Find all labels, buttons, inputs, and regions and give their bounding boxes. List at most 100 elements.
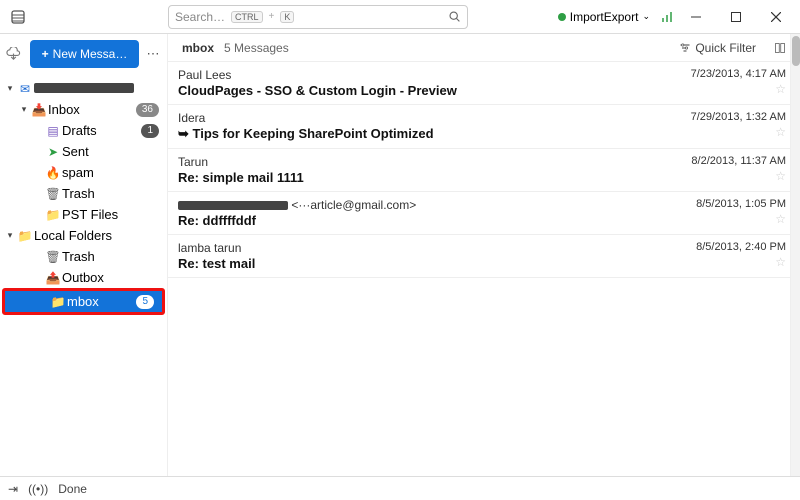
list-header: mbox 5 Messages Quick Filter [168, 34, 800, 62]
outbox-label: Outbox [62, 270, 159, 285]
star-icon[interactable]: ☆ [775, 125, 786, 139]
message-date: 8/5/2013, 1:05 PM [696, 198, 786, 210]
import-export-label: ImportExport [570, 10, 639, 24]
star-icon[interactable]: ☆ [775, 255, 786, 269]
inbox-icon: 📥 [30, 103, 48, 117]
statusbar: ⇥ ((•)) Done [0, 476, 800, 500]
app-menu-icon[interactable] [6, 9, 30, 25]
sidebar-item-trash[interactable]: 🗑 Trash [0, 183, 167, 204]
message-sender: Idera [178, 111, 656, 125]
message-date: 8/5/2013, 2:40 PM [696, 241, 786, 253]
local-folders-row[interactable]: ▾ 📁 Local Folders [0, 225, 167, 246]
new-message-label: New Messa… [53, 47, 128, 61]
outbox-icon: 📤 [44, 271, 62, 285]
star-icon[interactable]: ☆ [775, 169, 786, 183]
message-date: 7/29/2013, 1:32 AM [691, 111, 786, 123]
trash-label: Trash [62, 186, 159, 201]
filter-icon [679, 42, 691, 54]
sent-label: Sent [62, 144, 159, 159]
caret-down-icon: ▾ [18, 104, 30, 115]
message-row[interactable]: Idera➥ Tips for Keeping SharePoint Optim… [168, 105, 800, 149]
mail-account-icon: ✉ [16, 82, 34, 96]
signal-icon[interactable]: ((•)) [28, 482, 48, 496]
message-row[interactable]: <···article@gmail.com>Re: ddffffddf 8/5/2… [168, 192, 800, 235]
quick-filter-button[interactable]: Quick Filter [679, 41, 756, 55]
quick-filter-label: Quick Filter [695, 41, 756, 55]
message-subject: Re: test mail [178, 256, 656, 271]
ltrash-label: Trash [62, 249, 159, 264]
import-export-menu[interactable]: ImportExport ⌄ [552, 8, 656, 26]
titlebar: Search… CTRL + K ImportExport ⌄ [0, 0, 800, 34]
message-row[interactable]: Paul LeesCloudPages - SSO & Custom Login… [168, 62, 800, 105]
message-sender: lamba tarun [178, 241, 656, 255]
account-label [34, 81, 159, 96]
sent-icon: ➤ [44, 145, 62, 159]
sidebar-item-local-trash[interactable]: 🗑 Trash [0, 246, 167, 267]
star-icon[interactable]: ☆ [775, 212, 786, 226]
message-subject: Re: ddffffddf [178, 213, 656, 228]
message-row[interactable]: TarunRe: simple mail 1111 8/2/2013, 11:37… [168, 149, 800, 192]
local-label: Local Folders [34, 228, 159, 243]
drafts-count: 1 [141, 124, 159, 138]
close-button[interactable] [758, 3, 794, 31]
scrollbar-thumb[interactable] [792, 36, 800, 66]
search-placeholder: Search… [175, 10, 225, 24]
message-subject: Re: simple mail 1111 [178, 170, 656, 185]
maximize-button[interactable] [718, 3, 754, 31]
message-subject: CloudPages - SSO & Custom Login - Previe… [178, 83, 656, 98]
message-subject: ➥ Tips for Keeping SharePoint Optimized [178, 126, 656, 142]
caret-down-icon: ▾ [4, 83, 16, 94]
status-dot-icon [558, 13, 566, 21]
folder-icon: 📁 [49, 295, 67, 309]
sidebar-item-mbox[interactable]: 📁 mbox 5 [5, 291, 162, 312]
inbox-label: Inbox [48, 102, 136, 117]
sidebar-item-inbox[interactable]: ▾ 📥 Inbox 36 [0, 99, 167, 120]
search-input[interactable]: Search… CTRL + K [168, 5, 468, 29]
sidebar-item-sent[interactable]: ➤ Sent [0, 141, 167, 162]
sidebar: + New Messa… ⋯ ▾ ✉ ▾ 📥 Inbox 36 ▤ Drafts… [0, 34, 168, 476]
download-icon[interactable] [6, 47, 24, 62]
chevron-down-icon: ⌄ [642, 11, 650, 22]
trash-icon: 🗑 [44, 187, 62, 201]
spam-label: spam [62, 165, 159, 180]
message-date: 8/2/2013, 11:37 AM [691, 155, 786, 167]
message-sender: Paul Lees [178, 68, 656, 82]
selection-highlight: 📁 mbox 5 [2, 288, 165, 315]
pst-label: PST Files [62, 207, 159, 222]
status-text: Done [58, 482, 87, 496]
sidebar-item-drafts[interactable]: ▤ Drafts 1 [0, 120, 167, 141]
folder-icon: 📁 [16, 229, 34, 243]
inbox-count: 36 [136, 103, 159, 117]
message-sender: Tarun [178, 155, 656, 169]
message-list: Paul LeesCloudPages - SSO & Custom Login… [168, 62, 800, 278]
star-icon[interactable]: ☆ [775, 82, 786, 96]
more-icon[interactable]: ⋯ [145, 46, 161, 62]
message-row[interactable]: lamba tarunRe: test mail 8/5/2013, 2:40 P… [168, 235, 800, 278]
scrollbar[interactable] [790, 34, 800, 476]
folder-tree: ▾ ✉ ▾ 📥 Inbox 36 ▤ Drafts 1 ➤ Sent [0, 74, 167, 315]
message-sender: <···article@gmail.com> [178, 198, 656, 212]
sidebar-item-pst[interactable]: 📁 PST Files [0, 204, 167, 225]
trash-icon: 🗑 [44, 250, 62, 264]
folder-icon: 📁 [44, 208, 62, 222]
caret-down-icon: ▾ [4, 230, 16, 241]
spam-icon: 🔥 [44, 166, 62, 180]
mbox-label: mbox [67, 294, 136, 309]
message-count: 5 Messages [224, 41, 289, 55]
offline-icon[interactable]: ⇥ [8, 482, 18, 496]
folder-title: mbox [182, 41, 214, 55]
plus-icon: + [42, 47, 49, 61]
sidebar-item-outbox[interactable]: 📤 Outbox [0, 267, 167, 288]
sync-icon[interactable] [660, 10, 674, 24]
search-icon[interactable] [448, 10, 461, 23]
message-date: 7/23/2013, 4:17 AM [691, 68, 786, 80]
message-list-pane: mbox 5 Messages Quick Filter Paul LeesCl… [168, 34, 800, 476]
display-options-icon[interactable] [774, 42, 786, 54]
account-row[interactable]: ▾ ✉ [0, 78, 167, 99]
mbox-count: 5 [136, 295, 154, 309]
kbd-k: K [280, 11, 294, 23]
minimize-button[interactable] [678, 3, 714, 31]
sidebar-item-spam[interactable]: 🔥 spam [0, 162, 167, 183]
new-message-button[interactable]: + New Messa… [30, 40, 139, 68]
drafts-label: Drafts [62, 123, 141, 138]
